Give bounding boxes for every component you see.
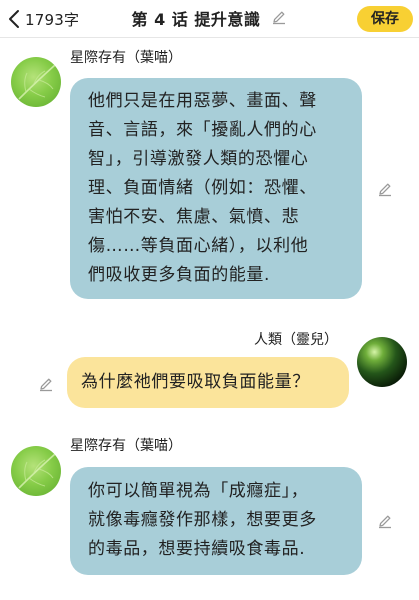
message-line: 音、言語，來「擾亂人們的心	[88, 120, 317, 140]
top-bar: 1793字 第 4 话 提升意識 保存	[0, 0, 419, 38]
pencil-icon[interactable]	[38, 376, 54, 392]
message-line: 智」，引導激發人類的恐懼心	[88, 149, 309, 169]
message-line: 傷……等負面心緒），以利他	[88, 236, 309, 256]
sender-name: 人類（靈兒）	[254, 332, 338, 348]
save-button[interactable]: 保存	[357, 6, 413, 32]
sender-name: 星際存有（葉喵）	[70, 50, 182, 66]
message-line: 他們只是在用惡夢、畫面、聲	[88, 91, 317, 111]
message-line: 你可以簡單視為「成癮症」，	[88, 481, 309, 501]
chapter-title[interactable]: 第 4 话 提升意識	[132, 9, 261, 31]
character-avatar[interactable]	[11, 446, 61, 496]
message-line: 就像毒癮發作那樣，想要更多	[88, 510, 317, 530]
message-line: 的毒品，想要持續吸食毒品.	[88, 539, 306, 559]
character-avatar[interactable]	[11, 57, 61, 107]
message-line: 們吸收更多負面的能量.	[88, 265, 271, 285]
sender-name: 星際存有（葉喵）	[70, 438, 182, 454]
user-avatar[interactable]	[357, 337, 407, 387]
message-line: 害怕不安、焦慮、氣憤、悲	[88, 207, 300, 227]
pencil-icon[interactable]	[271, 9, 287, 31]
message-bubble[interactable]: 為什麼祂們要吸取負面能量？	[67, 357, 349, 408]
message-bubble[interactable]: 他們只是在用惡夢、畫面、聲 音、言語，來「擾亂人們的心 智」，引導激發人類的恐懼…	[70, 78, 362, 299]
message-line: 理、負面情緒（例如：恐懼、	[88, 178, 317, 198]
pencil-icon[interactable]	[377, 513, 393, 529]
message-bubble[interactable]: 你可以簡單視為「成癮症」， 就像毒癮發作那樣，想要更多 的毒品，想要持續吸食毒品…	[70, 467, 362, 575]
pencil-icon[interactable]	[377, 181, 393, 197]
message-line: 為什麼祂們要吸取負面能量？	[81, 372, 310, 392]
